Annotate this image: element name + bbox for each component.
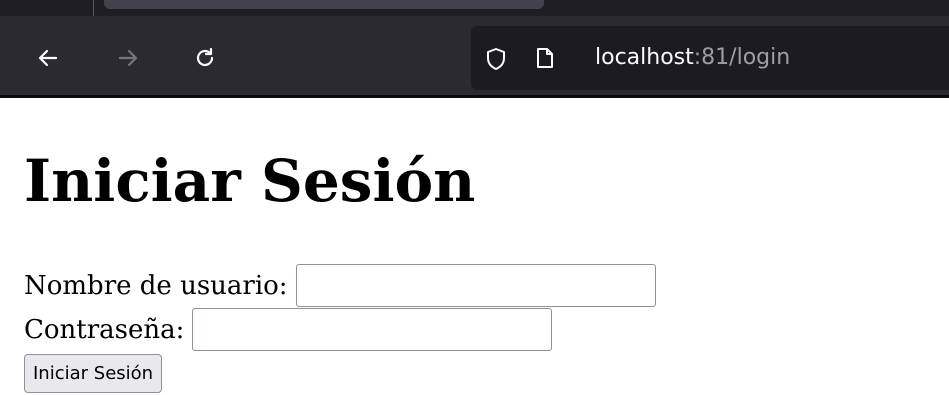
navigation-toolbar: localhost:81/login: [0, 16, 949, 98]
url-host: localhost: [595, 45, 694, 70]
username-input[interactable]: [295, 264, 656, 307]
back-button[interactable]: [28, 38, 68, 78]
page-icon[interactable]: [535, 46, 555, 70]
reload-button[interactable]: [185, 38, 225, 78]
url-text[interactable]: localhost:81/login: [595, 26, 790, 90]
tab-strip: [0, 0, 949, 16]
username-row: Nombre de usuario:: [24, 264, 656, 307]
forward-button[interactable]: [108, 38, 148, 78]
page-title: Iniciar Sesión: [24, 147, 476, 215]
password-input[interactable]: [192, 308, 553, 351]
arrow-left-icon: [38, 49, 58, 67]
login-button[interactable]: Iniciar Sesión: [24, 354, 163, 393]
username-label: Nombre de usuario:: [24, 270, 288, 301]
shield-icon[interactable]: [485, 47, 507, 71]
toolbar-divider: [0, 95, 949, 98]
arrow-right-icon: [118, 49, 138, 67]
tab-separator: [93, 0, 94, 16]
active-tab[interactable]: [104, 0, 544, 9]
url-bar[interactable]: localhost:81/login: [471, 26, 949, 90]
password-label: Contraseña:: [24, 314, 185, 345]
password-row: Contraseña:: [24, 308, 553, 351]
url-path: :81/login: [693, 45, 791, 70]
reload-icon: [196, 47, 214, 67]
